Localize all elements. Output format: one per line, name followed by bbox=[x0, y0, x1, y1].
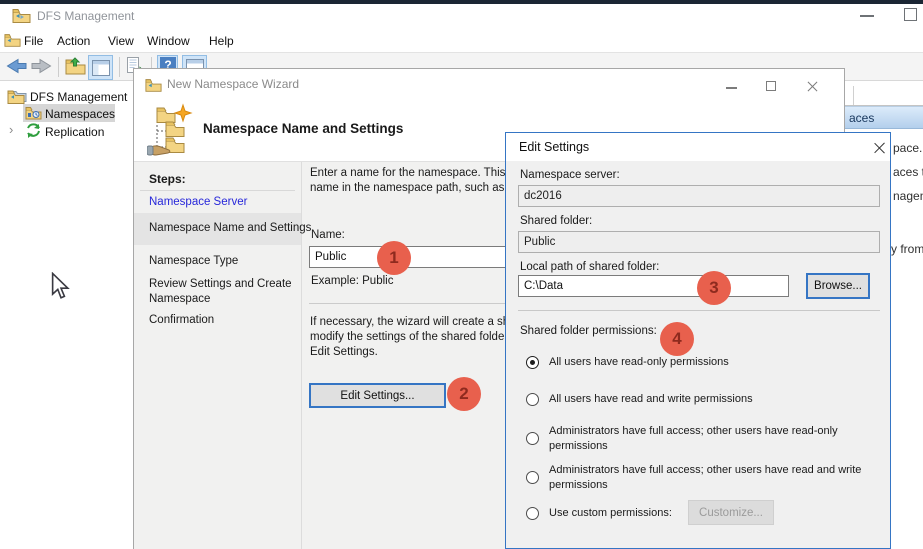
dialog-titlebar: Edit Settings bbox=[506, 133, 890, 161]
radio-admin-full-users-write[interactable] bbox=[526, 471, 539, 484]
wizard-note-line3: Edit Settings. bbox=[310, 345, 508, 360]
wizard-note-line1: If necessary, the wizard will create a s… bbox=[310, 315, 508, 330]
window-title: DFS Management bbox=[37, 9, 134, 23]
radio-read-only-label[interactable]: All users have read-only permissions bbox=[549, 355, 885, 370]
edit-settings-button[interactable]: Edit Settings... bbox=[309, 383, 446, 408]
wizard-title-icon bbox=[145, 78, 162, 97]
annotation-badge-2: 2 bbox=[447, 377, 481, 411]
step-namespace-name-and-settings[interactable]: Namespace Name and Settings bbox=[149, 222, 311, 234]
up-one-level-icon[interactable] bbox=[65, 57, 86, 80]
pane-column-divider bbox=[853, 86, 854, 106]
step-namespace-server[interactable]: Namespace Server bbox=[149, 196, 247, 208]
dialog-title: Edit Settings bbox=[519, 140, 589, 154]
edit-settings-dialog: Edit Settings Namespace server: Shared f… bbox=[505, 132, 891, 549]
steps-divider bbox=[301, 162, 302, 549]
forward-icon[interactable] bbox=[31, 58, 52, 79]
annotation-badge-1: 1 bbox=[377, 241, 411, 275]
wizard-heading: Namespace Name and Settings bbox=[203, 121, 403, 136]
dialog-close-icon[interactable] bbox=[872, 141, 886, 155]
steps-underline bbox=[140, 190, 295, 191]
radio-admin-full-users-read-label[interactable]: Administrators have full access; other u… bbox=[549, 424, 885, 454]
toolbar-separator bbox=[119, 57, 120, 77]
shared-folder-label: Shared folder: bbox=[520, 215, 592, 227]
menu-window[interactable]: Window bbox=[147, 34, 190, 48]
annotation-badge-3: 3 bbox=[697, 271, 731, 305]
background-namespaces-header: aces bbox=[845, 106, 923, 129]
namespace-server-label: Namespace server: bbox=[520, 169, 620, 181]
annotation-badge-4: 4 bbox=[660, 322, 694, 356]
expand-chevron-icon[interactable]: › bbox=[9, 122, 13, 137]
show-console-tree-icon[interactable] bbox=[88, 55, 113, 80]
step-confirmation[interactable]: Confirmation bbox=[149, 314, 214, 326]
local-path-input[interactable] bbox=[518, 275, 789, 297]
dfs-app-icon bbox=[12, 8, 31, 28]
tree-item-namespaces[interactable]: Namespaces bbox=[45, 107, 115, 121]
replication-icon bbox=[25, 123, 42, 144]
browse-button[interactable]: Browse... bbox=[806, 273, 870, 299]
wizard-title: New Namespace Wizard bbox=[167, 77, 299, 91]
radio-admin-full-users-write-label[interactable]: Administrators have full access; other u… bbox=[549, 463, 885, 493]
customize-button: Customize... bbox=[688, 500, 774, 525]
background-text-fragment: nagen bbox=[893, 189, 923, 203]
minimize-icon[interactable] bbox=[860, 15, 874, 17]
background-text-fragment: y from bbox=[891, 242, 923, 256]
background-text-fragment: pace... bbox=[893, 141, 923, 155]
permissions-label: Shared folder permissions: bbox=[520, 325, 657, 337]
radio-read-only[interactable] bbox=[526, 356, 539, 369]
dialog-divider bbox=[518, 310, 880, 311]
mouse-cursor bbox=[50, 272, 70, 305]
menubar-app-icon bbox=[4, 33, 21, 52]
radio-custom-permissions[interactable] bbox=[526, 507, 539, 520]
name-label: Name: bbox=[311, 229, 345, 241]
wizard-minimize-icon[interactable] bbox=[726, 87, 737, 89]
screen: DFS Management File Action View Window H… bbox=[0, 0, 923, 549]
wizard-note-text: If necessary, the wizard will create a s… bbox=[310, 315, 508, 360]
wizard-intro-line1: Enter a name for the namespace. This na bbox=[310, 166, 508, 181]
radio-read-write[interactable] bbox=[526, 393, 539, 406]
menu-help[interactable]: Help bbox=[209, 34, 234, 48]
local-path-label: Local path of shared folder: bbox=[520, 261, 659, 273]
wizard-intro-text: Enter a name for the namespace. This na … bbox=[310, 166, 508, 196]
radio-admin-full-users-read[interactable] bbox=[526, 432, 539, 445]
maximize-icon[interactable] bbox=[904, 8, 917, 21]
radio-read-write-label[interactable]: All users have read and write permission… bbox=[549, 392, 885, 407]
wizard-note-line2: modify the settings of the shared folder… bbox=[310, 330, 508, 345]
menu-file[interactable]: File bbox=[24, 34, 43, 48]
menu-action[interactable]: Action bbox=[57, 34, 90, 48]
shared-folder-input bbox=[518, 231, 880, 253]
steps-label: Steps: bbox=[149, 172, 186, 186]
toolbar-separator bbox=[58, 57, 59, 77]
wizard-close-icon[interactable] bbox=[806, 80, 819, 93]
menu-view[interactable]: View bbox=[108, 34, 134, 48]
step-namespace-type[interactable]: Namespace Type bbox=[149, 255, 238, 267]
wizard-maximize-icon[interactable] bbox=[766, 81, 776, 91]
example-text: Example: Public bbox=[311, 275, 393, 287]
window-top-edge bbox=[0, 0, 923, 4]
tree-root-dfs-management[interactable]: DFS Management bbox=[30, 90, 127, 104]
step-review-settings[interactable]: Review Settings and Create Namespace bbox=[149, 277, 299, 307]
back-icon[interactable] bbox=[6, 58, 27, 79]
namespace-server-input bbox=[518, 185, 880, 207]
background-text-fragment: aces t bbox=[893, 165, 923, 179]
tree-item-replication[interactable]: Replication bbox=[45, 125, 104, 139]
wizard-intro-line2: name in the namespace path, such as \\ bbox=[310, 181, 508, 196]
background-header-fragment: aces bbox=[849, 111, 874, 125]
wizard-header-icon bbox=[147, 103, 195, 162]
